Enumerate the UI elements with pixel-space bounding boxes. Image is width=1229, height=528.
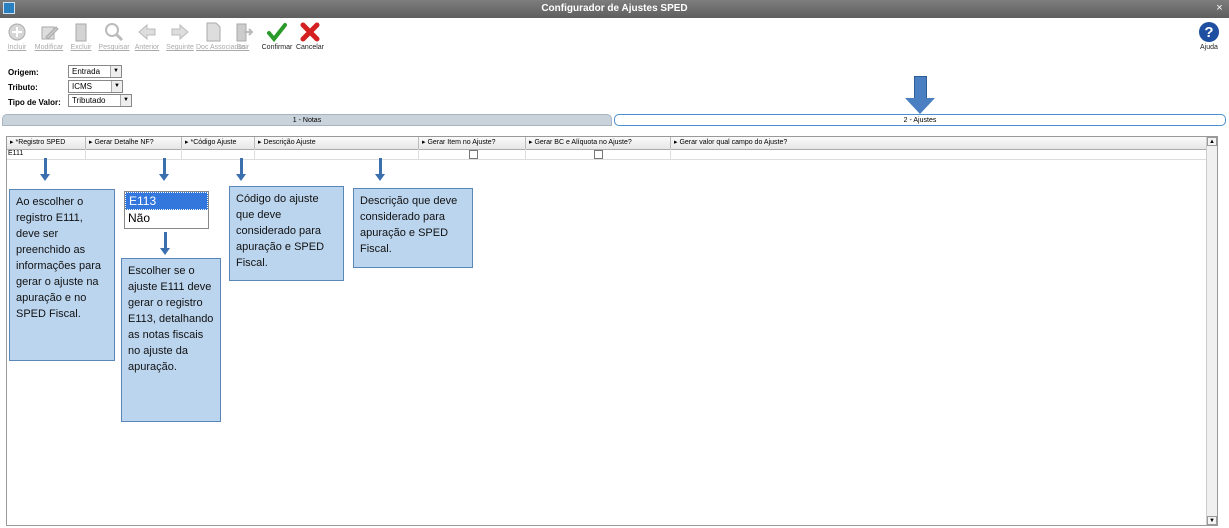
vertical-scrollbar[interactable]: ▲ ▼: [1206, 137, 1217, 525]
tributo-select[interactable]: ICMS ▼: [68, 80, 123, 93]
tributo-label: Tributo:: [8, 83, 38, 92]
note-registro: Ao escolher o registro E111, deve ser pr…: [9, 189, 115, 361]
annotation-arrow: [40, 158, 50, 181]
tipo-valor-select[interactable]: Tributado ▼: [68, 94, 132, 107]
col-registro-sped[interactable]: ▸ *Registro SPED: [7, 137, 86, 149]
trash-icon: [75, 23, 87, 42]
chevron-down-icon: ▼: [120, 95, 131, 106]
tab-ajustes[interactable]: 2 - Ajustes: [614, 114, 1226, 126]
origem-label: Origem:: [8, 68, 39, 77]
cell-gerar-bc[interactable]: [526, 149, 671, 159]
window-title: Configurador de Ajustes SPED: [541, 3, 688, 14]
title-bar: Configurador de Ajustes SPED ×: [0, 0, 1229, 18]
cell-codigo[interactable]: [182, 149, 255, 159]
col-gerar-valor[interactable]: ▸ Gerar valor qual campo do Ajuste?: [671, 137, 1209, 149]
ajuda-button[interactable]: ? Ajuda: [1192, 21, 1226, 51]
exit-icon: [236, 23, 254, 42]
col-descricao-ajuste[interactable]: ▸ Descrição Ajuste: [255, 137, 419, 149]
search-icon: [105, 23, 124, 42]
anterior-button[interactable]: Anterior: [130, 21, 164, 51]
col-codigo-ajuste[interactable]: ▸ *Código Ajuste: [182, 137, 255, 149]
cell-gerar-detalhe[interactable]: [86, 149, 182, 159]
gerar-bc-checkbox[interactable]: [594, 150, 603, 159]
seguinte-button[interactable]: Seguinte: [163, 21, 197, 51]
doc-associados-button[interactable]: Doc Associados: [196, 21, 246, 51]
edit-icon: [41, 26, 59, 40]
annotation-arrow: [236, 158, 246, 181]
tab-bar: 1 - Notas 2 - Ajustes: [2, 114, 1226, 126]
arrow-left-icon: [138, 23, 156, 41]
cell-descricao[interactable]: [255, 149, 419, 159]
col-gerar-bc[interactable]: ▸ Gerar BC e Alíquota no Ajuste?: [526, 137, 671, 149]
confirmar-button[interactable]: Confirmar: [260, 21, 294, 51]
annotation-arrow: [160, 232, 170, 255]
gerar-item-checkbox[interactable]: [469, 150, 478, 159]
note-descricao: Descrição que deve considerado para apur…: [353, 188, 473, 268]
dropdown-option-e113[interactable]: E113: [125, 192, 208, 210]
cancel-icon: [300, 22, 320, 42]
excluir-button[interactable]: Excluir: [64, 21, 98, 51]
document-icon: [206, 22, 221, 42]
sair-button[interactable]: Sair: [226, 21, 260, 51]
cell-gerar-valor[interactable]: [671, 149, 1209, 159]
cell-gerar-item[interactable]: [419, 149, 526, 159]
scroll-up-icon[interactable]: ▲: [1207, 137, 1217, 146]
chevron-down-icon: ▼: [111, 81, 122, 92]
scroll-down-icon[interactable]: ▼: [1207, 516, 1217, 525]
arrow-right-icon: [171, 23, 189, 41]
annotation-arrow: [375, 158, 385, 181]
pesquisar-button[interactable]: Pesquisar: [97, 21, 131, 51]
origem-select[interactable]: Entrada ▼: [68, 65, 122, 78]
chevron-down-icon: ▼: [110, 66, 121, 77]
modificar-button[interactable]: Modificar: [32, 21, 66, 51]
col-gerar-detalhe[interactable]: ▸ Gerar Detalhe NF?: [86, 137, 182, 149]
add-icon: [8, 23, 26, 41]
cancelar-button[interactable]: Cancelar: [293, 21, 327, 51]
note-detalhe: Escolher se o ajuste E111 deve gerar o r…: [121, 258, 221, 422]
tipo-valor-label: Tipo de Valor:: [8, 98, 61, 107]
close-button[interactable]: ×: [1213, 2, 1226, 15]
gerar-detalhe-dropdown[interactable]: E113 Não: [124, 191, 209, 229]
note-codigo: Código do ajuste que deve considerado pa…: [229, 186, 344, 281]
table-row[interactable]: E111: [7, 149, 1209, 160]
tab-notas[interactable]: 1 - Notas: [2, 114, 612, 126]
incluir-button[interactable]: Incluir: [0, 21, 34, 51]
annotation-arrow: [159, 158, 169, 181]
col-gerar-item[interactable]: ▸ Gerar Item no Ajuste?: [419, 137, 526, 149]
svg-text:?: ?: [1204, 24, 1213, 41]
dropdown-option-nao[interactable]: Não: [125, 210, 208, 226]
toolbar: Incluir Modificar Excluir Pesquisar Ante…: [0, 18, 1229, 56]
help-icon: ?: [1199, 22, 1219, 42]
check-icon: [267, 23, 287, 43]
